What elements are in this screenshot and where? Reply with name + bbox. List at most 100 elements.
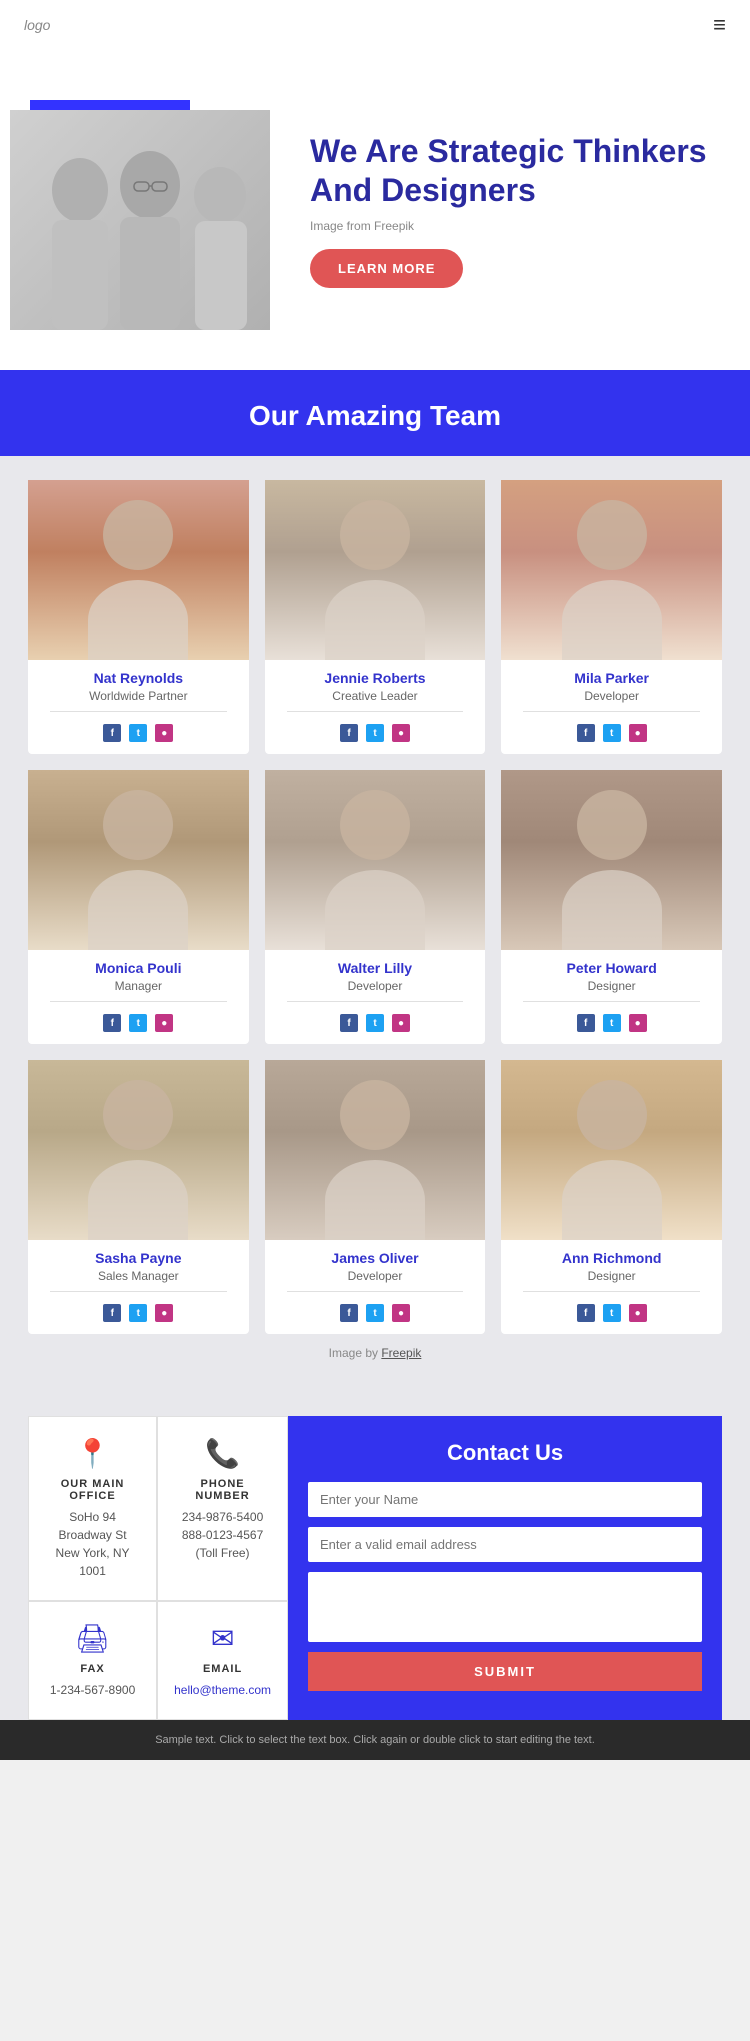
contact-name-input[interactable] [308, 1482, 702, 1517]
submit-button[interactable]: SUBMIT [308, 1652, 702, 1691]
team-social-links: ft ● [577, 724, 647, 742]
freepik-link[interactable]: Freepik [381, 1346, 421, 1360]
fb-icon[interactable]: f [103, 1304, 121, 1322]
photo-body-shape [88, 580, 188, 660]
photo-head-shape [340, 500, 410, 570]
contact-form-title: Contact Us [308, 1440, 702, 1466]
team-member-name: Nat Reynolds [94, 670, 183, 686]
team-card: Jennie Roberts Creative Leader ft ● [265, 480, 486, 754]
tw-icon[interactable]: t [603, 1014, 621, 1032]
photo-head-shape [340, 790, 410, 860]
team-card: Peter Howard Designer ft ● [501, 770, 722, 1044]
team-member-role: Designer [588, 1269, 636, 1283]
team-member-role: Developer [584, 689, 639, 703]
contact-card-icon: 🖨 [75, 1622, 111, 1655]
tw-icon[interactable]: t [366, 724, 384, 742]
fb-icon[interactable]: f [340, 1014, 358, 1032]
footer-note: Sample text. Click to select the text bo… [155, 1734, 595, 1746]
photo-body-shape [325, 870, 425, 950]
learn-more-button[interactable]: LEARN MORE [310, 249, 463, 288]
contact-info-grid: 📍OUR MAIN OFFICESoHo 94 Broadway StNew Y… [28, 1416, 288, 1720]
contact-message-input[interactable] [308, 1572, 702, 1642]
team-card: Nat Reynolds Worldwide Partner ft ● [28, 480, 249, 754]
photo-head-shape [340, 1080, 410, 1150]
tw-icon[interactable]: t [603, 1304, 621, 1322]
team-member-name: Mila Parker [574, 670, 649, 686]
hero-text: We Are Strategic Thinkers And Designers … [280, 132, 710, 288]
tw-icon[interactable]: t [366, 1014, 384, 1032]
tw-icon[interactable]: t [129, 1304, 147, 1322]
team-member-name: Sasha Payne [95, 1250, 181, 1266]
ig-icon[interactable]: ● [629, 1304, 647, 1322]
contact-info-card: 📞PHONE NUMBER234-9876-5400888-0123-4567 … [157, 1416, 288, 1601]
team-social-links: ft ● [103, 724, 173, 742]
ig-icon[interactable]: ● [629, 724, 647, 742]
team-card-divider [523, 711, 700, 712]
fb-icon[interactable]: f [103, 1014, 121, 1032]
ig-icon[interactable]: ● [392, 724, 410, 742]
team-card-divider [50, 711, 227, 712]
team-card: Ann RichmondDesignerft● [501, 1060, 722, 1334]
tw-icon[interactable]: t [129, 724, 147, 742]
hero-people-photo [10, 110, 270, 330]
ig-icon[interactable]: ● [155, 1014, 173, 1032]
team-image-credit: Image by Freepik [28, 1334, 722, 1380]
team-member-role: Worldwide Partner [89, 689, 187, 703]
team-social-links: ft ● [103, 1304, 173, 1322]
tw-icon[interactable]: t [603, 724, 621, 742]
contact-info-card: 🖨FAX1-234-567-8900 [28, 1601, 157, 1720]
hero-image-block [0, 90, 280, 330]
team-member-photo [501, 480, 722, 660]
contact-card-label: OUR MAIN OFFICE [45, 1478, 140, 1502]
ig-icon[interactable]: ● [392, 1014, 410, 1032]
team-section-title: Our Amazing Team [0, 400, 750, 456]
contact-card-icon: 📞 [205, 1437, 240, 1470]
team-social-links: ft ● [577, 1014, 647, 1032]
team-member-photo [28, 770, 249, 950]
photo-body-shape [325, 580, 425, 660]
team-card: Monica PouliManagerft● [28, 770, 249, 1044]
team-member-role: Manager [115, 979, 162, 993]
team-member-role: Designer [588, 979, 636, 993]
photo-body-shape [562, 870, 662, 950]
team-card: Walter LillyDeveloperft● [265, 770, 486, 1044]
contact-email-link[interactable]: hello@theme.com [174, 1683, 271, 1697]
team-card: Mila Parker Developer ft ● [501, 480, 722, 754]
fb-icon[interactable]: f [577, 724, 595, 742]
team-member-photo [28, 480, 249, 660]
photo-head-shape [103, 500, 173, 570]
photo-body-shape [325, 1160, 425, 1240]
fb-icon[interactable]: f [577, 1304, 595, 1322]
fb-icon[interactable]: f [577, 1014, 595, 1032]
team-member-name: Peter Howard [567, 960, 657, 976]
ig-icon[interactable]: ● [392, 1304, 410, 1322]
team-social-links: ft ● [340, 1304, 410, 1322]
ig-icon[interactable]: ● [155, 1304, 173, 1322]
team-grid-container: Nat ReynoldsWorldwide Partnerft●Jennie R… [0, 456, 750, 1396]
ig-icon[interactable]: ● [155, 724, 173, 742]
ig-icon[interactable]: ● [629, 1014, 647, 1032]
hero-image-credit: Image from Freepik [310, 219, 710, 233]
hamburger-icon[interactable]: ≡ [713, 12, 726, 38]
contact-card-value: hello@theme.com [174, 1681, 271, 1699]
photo-body-shape [88, 870, 188, 950]
photo-body-shape [562, 580, 662, 660]
hero-section: We Are Strategic Thinkers And Designers … [0, 50, 750, 370]
hero-title: We Are Strategic Thinkers And Designers [310, 132, 710, 209]
tw-icon[interactable]: t [366, 1304, 384, 1322]
tw-icon[interactable]: t [129, 1014, 147, 1032]
contact-card-value: SoHo 94 Broadway StNew York, NY 1001 [45, 1508, 140, 1580]
team-member-name: Jennie Roberts [324, 670, 425, 686]
team-member-photo [501, 770, 722, 950]
team-card-divider [287, 711, 464, 712]
fb-icon[interactable]: f [340, 1304, 358, 1322]
contact-email-input[interactable] [308, 1527, 702, 1562]
team-card: James OliverDeveloperft● [265, 1060, 486, 1334]
team-card-divider [523, 1001, 700, 1002]
team-member-role: Creative Leader [332, 689, 417, 703]
team-member-photo [265, 770, 486, 950]
fb-icon[interactable]: f [103, 724, 121, 742]
photo-head-shape [577, 790, 647, 860]
fb-icon[interactable]: f [340, 724, 358, 742]
contact-card-label: PHONE NUMBER [174, 1478, 271, 1502]
